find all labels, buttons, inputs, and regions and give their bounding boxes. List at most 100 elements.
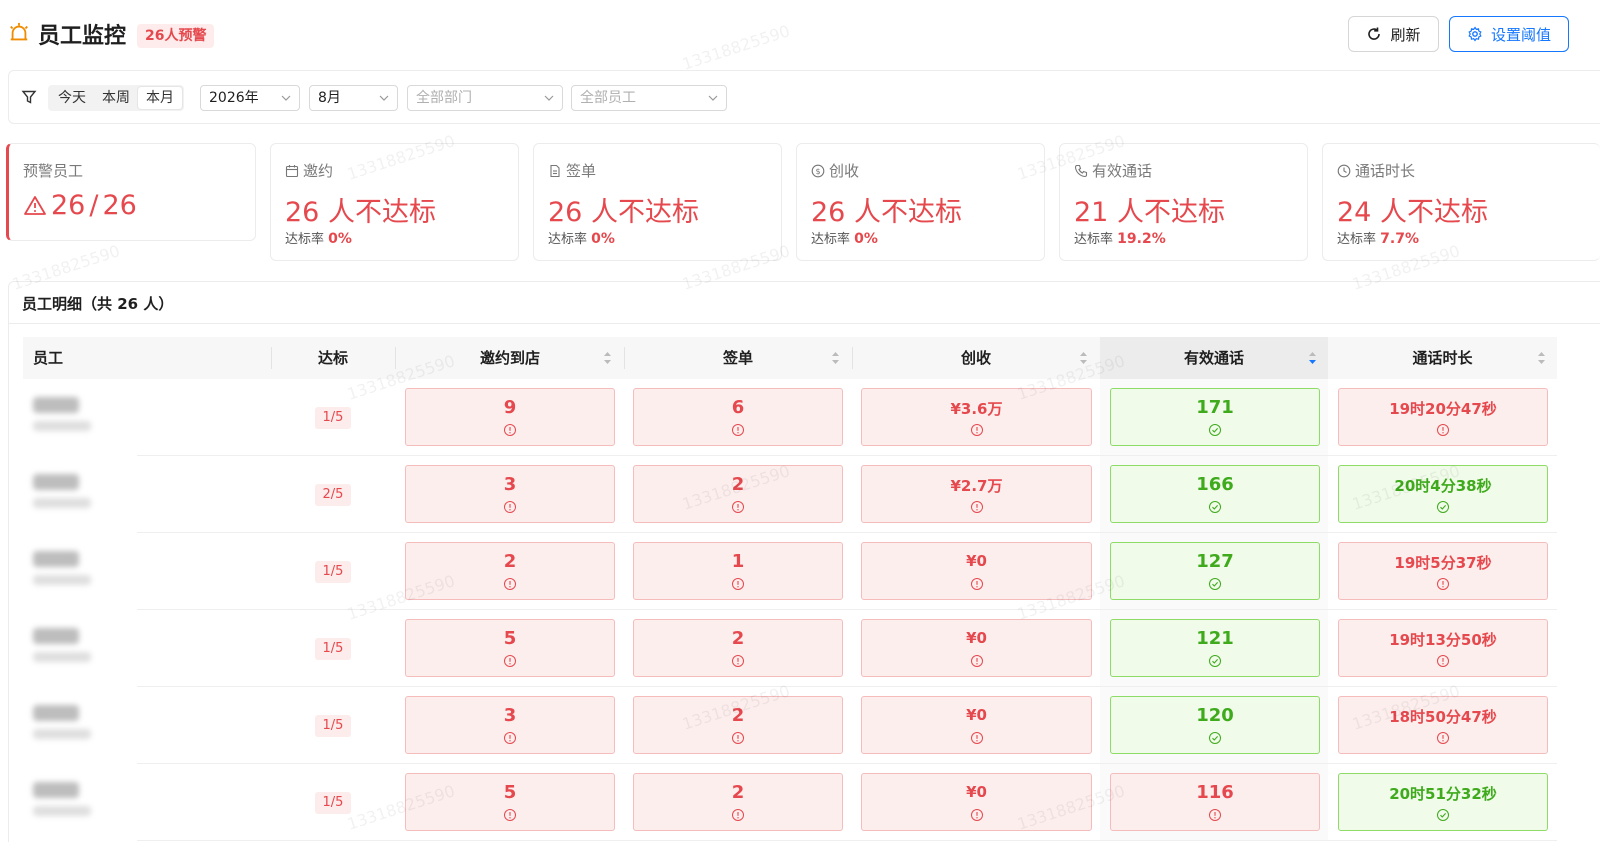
range-this-month[interactable]: 本月: [138, 87, 182, 109]
metric-cell-sign[interactable]: 1: [633, 542, 843, 600]
metric-cell-sign[interactable]: 6: [633, 388, 843, 446]
check-circle-icon: [1208, 576, 1222, 590]
alert-circle-icon: [731, 653, 745, 667]
metric-cell-calls[interactable]: 116: [1110, 773, 1320, 831]
metric-value-revenue: ¥0: [966, 783, 987, 801]
metric-cell-duration[interactable]: 19时20分47秒: [1338, 388, 1548, 446]
alert-circle-icon: [1436, 422, 1450, 436]
metric-cell-duration[interactable]: 18时50分47秒: [1338, 696, 1548, 754]
pass-count-badge: 1/5: [315, 638, 351, 660]
stat-duration-value: 24 人不达标: [1337, 197, 1488, 228]
metric-value-sign: 1: [731, 551, 745, 572]
column-header-invite-label: 邀约到店: [479, 349, 540, 367]
employee-cell[interactable]: [33, 397, 91, 431]
sort-icon[interactable]: [1079, 350, 1088, 366]
year-select[interactable]: 2026年: [200, 85, 300, 111]
employee-select[interactable]: 全部员工: [571, 85, 727, 111]
sort-icon[interactable]: [603, 350, 612, 366]
stat-revenue-rate: 达标率 0%: [811, 228, 878, 247]
column-header-calls[interactable]: 有效通话: [1100, 337, 1328, 379]
column-header-duration[interactable]: 通话时长: [1328, 337, 1557, 379]
metric-cell-calls[interactable]: 127: [1110, 542, 1320, 600]
metric-value-invite: 5: [503, 782, 517, 803]
metric-cell-calls[interactable]: 120: [1110, 696, 1320, 754]
table-row[interactable]: 1/5 2 1 ¥0 127 19时5分37秒: [23, 533, 1557, 610]
metric-cell-duration[interactable]: 19时5分37秒: [1338, 542, 1548, 600]
metric-cell-calls[interactable]: 171: [1110, 388, 1320, 446]
stat-revenue-value: 26 人不达标: [811, 197, 962, 228]
employee-dept-blurred: [33, 652, 91, 662]
metric-value-calls: 171: [1196, 397, 1234, 418]
metric-cell-revenue[interactable]: ¥3.6万: [861, 388, 1092, 446]
stat-duration-label-text: 通话时长: [1355, 162, 1416, 180]
table-row[interactable]: 1/5 9 6 ¥3.6万 171 19时20分47秒: [23, 379, 1557, 456]
pass-count-badge: 1/5: [315, 715, 351, 737]
clock-icon: [1337, 164, 1351, 177]
metric-cell-revenue[interactable]: ¥0: [861, 619, 1092, 677]
metric-value-calls: 120: [1196, 705, 1234, 726]
alert-circle-icon: [970, 499, 984, 513]
metric-cell-sign[interactable]: 2: [633, 696, 843, 754]
range-today[interactable]: 今天: [50, 85, 94, 111]
metric-value-duration: 18时50分47秒: [1389, 708, 1497, 726]
month-select[interactable]: 8月: [309, 85, 398, 111]
sort-icon[interactable]: [1537, 350, 1546, 366]
metric-cell-revenue[interactable]: ¥0: [861, 773, 1092, 831]
metric-cell-invite[interactable]: 3: [405, 696, 615, 754]
column-header-invite[interactable]: 邀约到店: [396, 337, 624, 379]
refresh-icon: [1368, 27, 1381, 40]
metric-value-invite: 5: [503, 628, 517, 649]
alert-circle-icon: [970, 730, 984, 744]
alert-circle-icon: [503, 576, 517, 590]
metric-cell-revenue[interactable]: ¥0: [861, 542, 1092, 600]
metric-value-sign: 2: [731, 705, 745, 726]
set-threshold-label: 设置阈值: [1490, 25, 1551, 44]
metric-cell-invite[interactable]: 3: [405, 465, 615, 523]
metric-cell-calls[interactable]: 166: [1110, 465, 1320, 523]
metric-cell-sign[interactable]: 2: [633, 465, 843, 523]
sort-icon[interactable]: [831, 350, 840, 366]
column-header-sign[interactable]: 签单: [624, 337, 852, 379]
divider: [271, 347, 272, 369]
alert-circle-icon: [503, 653, 517, 667]
svg-text:$: $: [815, 167, 820, 176]
alert-circle-icon: [970, 576, 984, 590]
table-row[interactable]: 2/5 3 2 ¥2.7万 166 20时4分38秒: [23, 456, 1557, 533]
metric-cell-duration[interactable]: 20时4分38秒: [1338, 465, 1548, 523]
metric-cell-revenue[interactable]: ¥0: [861, 696, 1092, 754]
employee-cell[interactable]: [33, 705, 91, 739]
employee-cell[interactable]: [33, 628, 91, 662]
range-this-week[interactable]: 本周: [94, 85, 138, 111]
metric-cell-revenue[interactable]: ¥2.7万: [861, 465, 1092, 523]
table-row[interactable]: 1/5 3 2 ¥0 120 18时50分47秒: [23, 687, 1557, 764]
sort-active-icon[interactable]: [1308, 350, 1317, 366]
metric-cell-invite[interactable]: 9: [405, 388, 615, 446]
employee-cell[interactable]: [33, 551, 91, 585]
metric-value-sign: 2: [731, 628, 745, 649]
metric-cell-sign[interactable]: 2: [633, 773, 843, 831]
employee-cell[interactable]: [33, 474, 91, 508]
metric-cell-invite[interactable]: 5: [405, 773, 615, 831]
stat-revenue-label: $ 创收: [811, 160, 859, 181]
refresh-label: 刷新: [1390, 25, 1421, 44]
metric-cell-invite[interactable]: 2: [405, 542, 615, 600]
metric-cell-invite[interactable]: 5: [405, 619, 615, 677]
department-select[interactable]: 全部部门: [407, 85, 563, 111]
filter-bar: 今天 本周 本月 2026年 8月 全部部门 全部员工: [8, 70, 1600, 124]
column-header-revenue[interactable]: 创收: [852, 337, 1100, 379]
metric-cell-duration[interactable]: 19时13分50秒: [1338, 619, 1548, 677]
stat-warning-current: 26: [51, 190, 86, 221]
metric-value-invite: 3: [503, 705, 517, 726]
set-threshold-button[interactable]: 设置阈值: [1449, 16, 1569, 52]
stat-card-duration: 通话时长 24 人不达标 达标率 7.7%: [1322, 143, 1600, 261]
metric-cell-duration[interactable]: 20时51分32秒: [1338, 773, 1548, 831]
metric-cell-sign[interactable]: 2: [633, 619, 843, 677]
check-circle-icon: [1208, 730, 1222, 744]
metric-cell-calls[interactable]: 121: [1110, 619, 1320, 677]
employee-cell[interactable]: [33, 782, 91, 816]
table-row[interactable]: 1/5 5 2 ¥0 121 19时13分50秒: [23, 610, 1557, 687]
rate-label: 达标率: [285, 232, 325, 247]
table-row[interactable]: 1/5 5 2 ¥0 116 20时51分32秒: [23, 764, 1557, 841]
stat-calls-value: 21 人不达标: [1074, 197, 1225, 228]
refresh-button[interactable]: 刷新: [1348, 16, 1439, 52]
